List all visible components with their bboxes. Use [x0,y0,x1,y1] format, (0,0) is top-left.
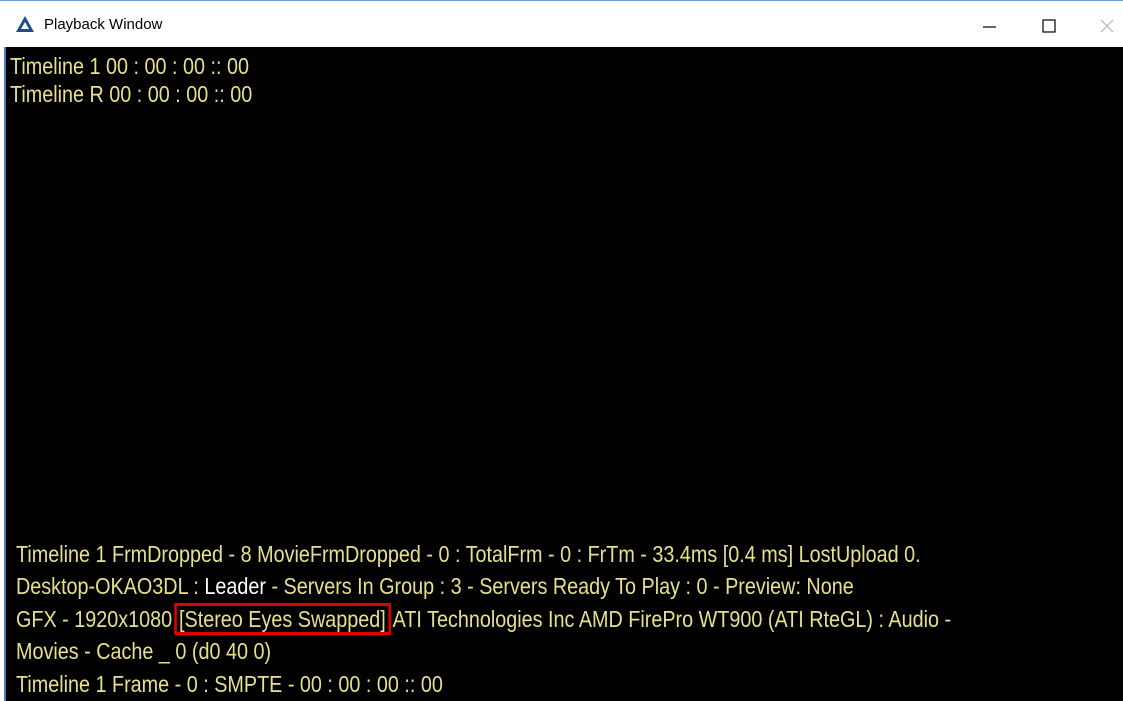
close-button[interactable] [1084,1,1123,48]
close-icon [1100,19,1114,33]
movies-cache-line: Movies - Cache _ 0 (d0 40 0) [16,638,272,664]
gfx-device: ATI Technologies Inc AMD FirePro WT900 (… [392,606,952,632]
server-group-line: Desktop-OKAO3DL : Leader - Servers In Gr… [16,570,990,603]
playback-viewport[interactable]: Timeline 1 00 : 00 : 00 :: 00 Timeline R… [4,47,1123,701]
leader-role: Leader [204,573,266,599]
playback-window: Playback Window Timeline 1 00 : 00 : 00 … [0,0,1123,701]
maximize-icon [1042,19,1056,33]
minimize-button[interactable] [970,1,1016,48]
timeline-r-timecode: Timeline R 00 : 00 : 00 :: 00 [10,81,253,107]
app-triangle-icon [15,15,35,33]
title-bar[interactable]: Playback Window [0,0,1123,47]
gfx-resolution: GFX - 1920x1080 [16,606,173,632]
host-name: Desktop-OKAO3DL : [16,573,205,599]
timeline-frame-line: Timeline 1 Frame - 0 : SMPTE - 00 : 00 :… [16,671,443,697]
frame-stats-line: Timeline 1 FrmDropped - 8 MovieFrmDroppe… [16,541,921,567]
stereo-eyes-swapped-highlight: [Stereo Eyes Swapped] [173,603,391,635]
gfx-info-line: GFX - 1920x1080 [Stereo Eyes Swapped] ATI … [16,603,1103,636]
window-title: Playback Window [44,16,163,33]
minimize-icon [983,26,996,28]
timeline-1-timecode: Timeline 1 00 : 00 : 00 :: 00 [10,53,249,79]
maximize-button[interactable] [1026,1,1072,48]
server-status: - Servers In Group : 3 - Servers Ready T… [265,573,854,599]
